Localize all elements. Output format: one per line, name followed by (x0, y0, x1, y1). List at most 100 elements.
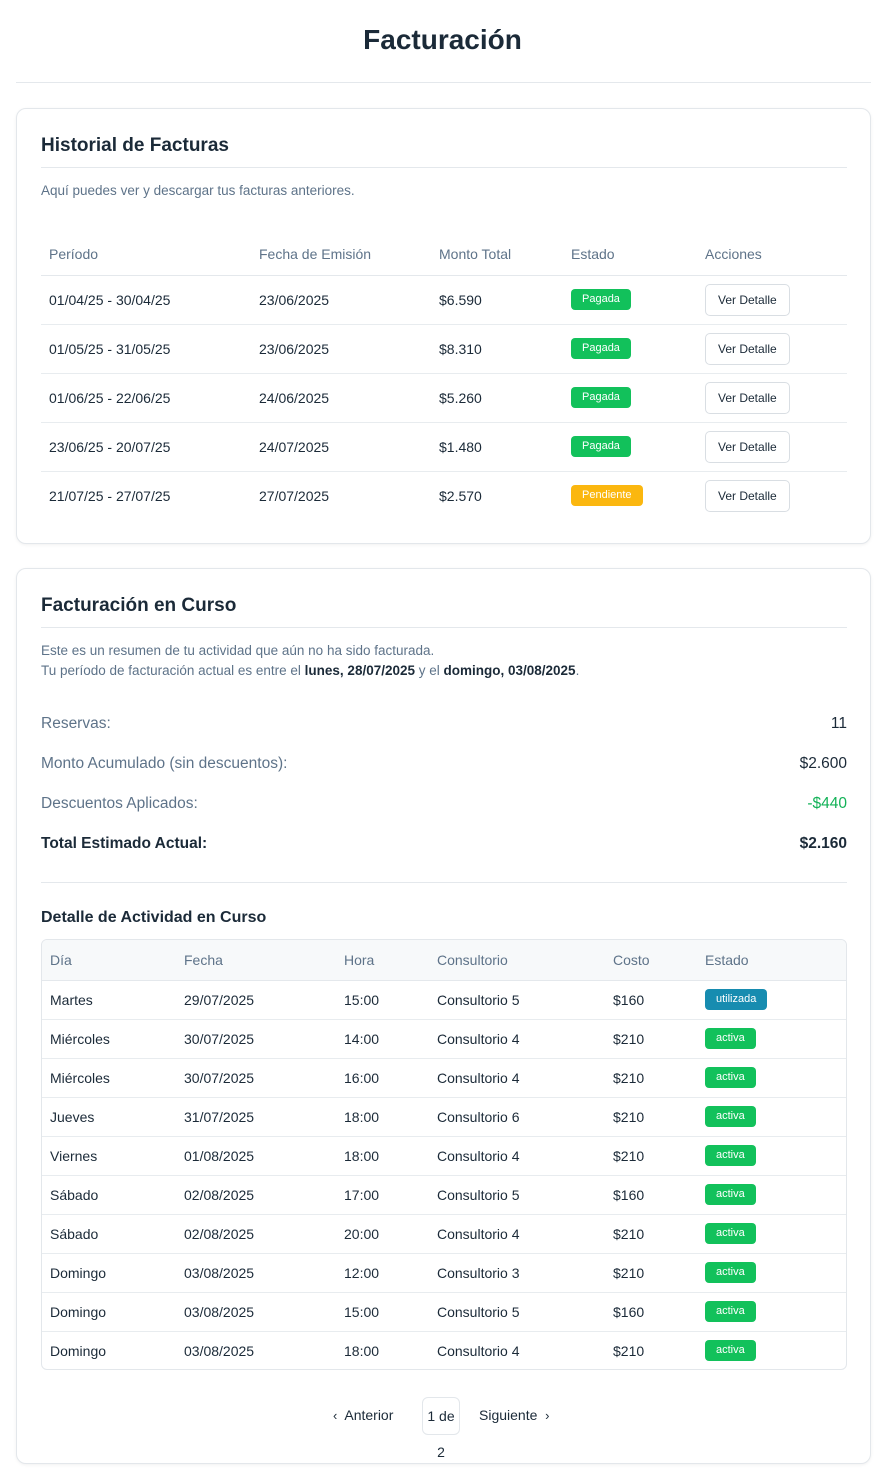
table-row: 01/05/25 - 31/05/25 23/06/2025 $8.310 Pagad… (41, 324, 847, 374)
column-header-period: Período (41, 233, 251, 276)
cell-time: 18:00 (336, 1097, 429, 1137)
view-detail-button[interactable]: Ver Detalle (705, 332, 790, 365)
cell-issue-date: 24/07/2025 (251, 422, 431, 472)
column-header-total-amount: Monto Total (431, 233, 563, 276)
cell-time: 15:00 (336, 980, 429, 1020)
column-header-status: Estado (563, 233, 697, 276)
cell-day: Miércoles (42, 1019, 176, 1059)
cell-time: 18:00 (336, 1136, 429, 1176)
cell-issue-date: 23/06/2025 (251, 324, 431, 374)
status-badge: activa (705, 1145, 756, 1166)
table-row: Domingo 03/08/2025 15:00 Consultorio 5 $160 a… (42, 1292, 846, 1332)
cell-total-amount: $5.260 (431, 373, 563, 423)
status-badge: activa (705, 1262, 756, 1283)
activity-table: Día Fecha Hora Consultorio Costo Estado … (42, 940, 846, 1369)
cell-office: Consultorio 5 (429, 980, 605, 1020)
table-row: Martes 29/07/2025 15:00 Consultorio 5 $160 ut… (42, 980, 846, 1020)
summary-total-label: Total Estimado Actual: (41, 835, 208, 852)
column-header-day: Día (42, 940, 176, 981)
cell-issue-date: 24/06/2025 (251, 373, 431, 423)
chevron-left-icon: ‹ (333, 1408, 338, 1423)
cell-date: 31/07/2025 (176, 1097, 336, 1137)
view-detail-button[interactable]: Ver Detalle (705, 283, 790, 316)
summary-total: Total Estimado Actual: $2.160 (41, 835, 847, 859)
cell-actions: Ver Detalle (697, 471, 847, 520)
cell-status: activa (697, 1097, 846, 1137)
status-badge: Pagada (571, 436, 631, 457)
cell-time: 16:00 (336, 1058, 429, 1098)
activity-rows: Martes 29/07/2025 15:00 Consultorio 5 $160 ut… (42, 980, 846, 1369)
cell-period: 01/06/25 - 22/06/25 (41, 373, 251, 423)
intro-line-2-prefix: Tu período de facturación actual es entr… (41, 663, 305, 678)
intro-line-2-mid: y el (415, 663, 444, 678)
status-badge: Pagada (571, 387, 631, 408)
cell-day: Jueves (42, 1097, 176, 1137)
table-row: Domingo 03/08/2025 12:00 Consultorio 3 $210 a… (42, 1253, 846, 1293)
invoice-history-title: Historial de Facturas (41, 135, 229, 156)
status-badge: Pagada (571, 338, 631, 359)
card-divider (41, 627, 847, 628)
view-detail-button[interactable]: Ver Detalle (705, 430, 790, 463)
summary-bookings: Reservas: 11 (41, 715, 847, 739)
status-badge: utilizada (705, 989, 768, 1010)
cell-day: Domingo (42, 1292, 176, 1332)
current-billing-card: Facturación en Curso Este es un resumen … (16, 568, 871, 1464)
next-page-label: Siguiente (479, 1407, 538, 1423)
period-start: lunes, 28/07/2025 (304, 663, 415, 678)
period-end: domingo, 03/08/2025 (443, 663, 576, 678)
cell-cost: $210 (605, 1214, 697, 1254)
cell-office: Consultorio 4 (429, 1019, 605, 1059)
cell-status: activa (697, 1058, 846, 1098)
cell-day: Miércoles (42, 1058, 176, 1098)
table-row: 23/06/25 - 20/07/25 24/07/2025 $1.480 Pagad… (41, 422, 847, 472)
cell-office: Consultorio 5 (429, 1175, 605, 1215)
cell-status: activa (697, 1253, 846, 1293)
table-row: Jueves 31/07/2025 18:00 Consultorio 6 $210 ac… (42, 1097, 846, 1137)
invoice-history-card: Historial de Facturas Aquí puedes ver y … (16, 108, 871, 544)
cell-status: activa (697, 1331, 846, 1369)
cell-office: Consultorio 5 (429, 1292, 605, 1332)
cell-cost: $210 (605, 1019, 697, 1059)
next-page-button[interactable]: Siguiente › (479, 1407, 550, 1423)
cell-cost: $210 (605, 1058, 697, 1098)
view-detail-button[interactable]: Ver Detalle (705, 381, 790, 414)
status-badge: activa (705, 1340, 756, 1362)
summary-total-value: $2.160 (799, 835, 847, 852)
cell-status: utilizada (697, 980, 846, 1020)
summary-divider (41, 882, 847, 883)
status-badge: activa (705, 1184, 756, 1205)
cell-actions: Ver Detalle (697, 324, 847, 374)
table-row: 01/06/25 - 22/06/25 24/06/2025 $5.260 Pagad… (41, 373, 847, 423)
column-header-date: Fecha (176, 940, 336, 981)
cell-cost: $210 (605, 1097, 697, 1137)
cell-actions: Ver Detalle (697, 422, 847, 472)
cell-cost: $160 (605, 1292, 697, 1332)
intro-line-1: Este es un resumen de tu actividad que a… (41, 643, 435, 658)
status-badge: Pagada (571, 289, 631, 310)
status-badge: activa (705, 1067, 756, 1088)
cell-status: activa (697, 1175, 846, 1215)
cell-date: 02/08/2025 (176, 1175, 336, 1215)
view-detail-button[interactable]: Ver Detalle (705, 479, 790, 512)
cell-cost: $160 (605, 980, 697, 1020)
cell-office: Consultorio 4 (429, 1058, 605, 1098)
cell-date: 03/08/2025 (176, 1253, 336, 1293)
status-badge: activa (705, 1301, 756, 1322)
card-divider (41, 167, 847, 168)
cell-date: 29/07/2025 (176, 980, 336, 1020)
cell-status: activa (697, 1214, 846, 1254)
table-row: Miércoles 30/07/2025 16:00 Consultorio 4 $21… (42, 1058, 846, 1098)
cell-total-amount: $1.480 (431, 422, 563, 472)
cell-cost: $210 (605, 1136, 697, 1176)
table-row: Miércoles 30/07/2025 14:00 Consultorio 4 $21… (42, 1019, 846, 1059)
status-badge: activa (705, 1028, 756, 1049)
cell-status: activa (697, 1292, 846, 1332)
table-header-row: Período Fecha de Emisión Monto Total Est… (41, 233, 847, 276)
previous-page-button[interactable]: ‹ Anterior (333, 1407, 393, 1423)
cell-date: 30/07/2025 (176, 1019, 336, 1059)
invoice-history-table: Período Fecha de Emisión Monto Total Est… (41, 233, 847, 520)
summary-accumulated-value: $2.600 (799, 755, 847, 772)
table-header-row: Día Fecha Hora Consultorio Costo Estado (42, 940, 846, 981)
summary-accumulated-label: Monto Acumulado (sin descuentos): (41, 755, 288, 772)
invoice-history-rows: 01/04/25 - 30/04/25 23/06/2025 $6.590 Pagad… (41, 275, 847, 520)
